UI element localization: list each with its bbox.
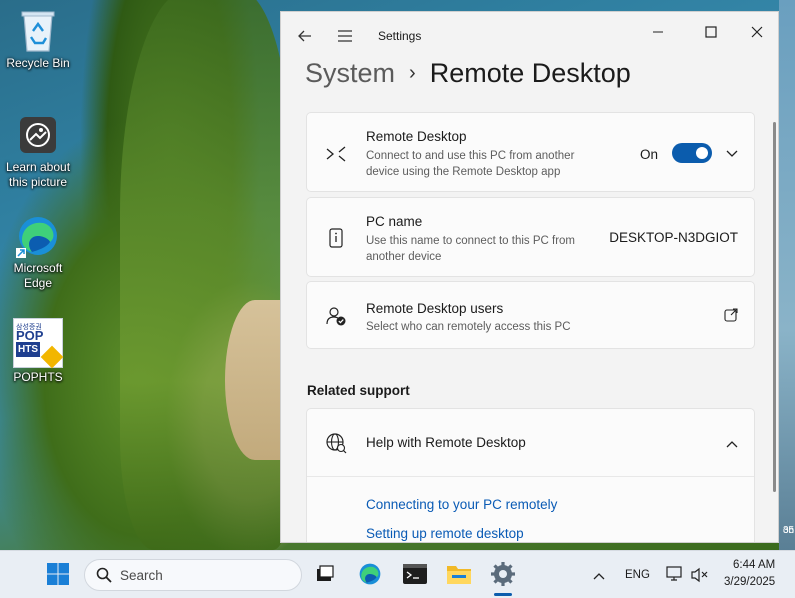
minimize-icon [653, 31, 663, 33]
scrollbar[interactable] [773, 122, 776, 492]
desktop-icon-label: Microsoft [13, 261, 63, 275]
page-heading: System › Remote Desktop [305, 58, 631, 89]
navigation-menu-button[interactable] [335, 26, 355, 46]
close-icon [751, 26, 763, 38]
clock-time[interactable]: 6:44 AM [733, 559, 775, 571]
active-app-indicator [494, 593, 512, 596]
user-check-icon [325, 305, 347, 327]
desktop-icon-label: Learn about [5, 160, 71, 174]
title-bar: Settings [281, 12, 778, 58]
camera-info-icon [15, 112, 61, 158]
users-desc: Select who can remotely access this PC [366, 321, 571, 333]
task-view-icon [317, 565, 334, 581]
desktop-icon-label: POPHTS [13, 370, 63, 384]
link-setting-up-remote-desktop[interactable]: Setting up remote desktop [366, 526, 524, 541]
desktop-icon-label-2: Edge [23, 276, 53, 290]
taskbar-settings-button[interactable] [488, 559, 518, 589]
open-external-icon[interactable] [724, 308, 738, 327]
desktop-icon-label: Recycle Bin [6, 56, 70, 70]
pc-name-value: DESKTOP-N3DGIOT [609, 230, 738, 245]
window-title: Settings [378, 29, 422, 43]
volume-muted-icon[interactable] [691, 567, 709, 588]
search-placeholder: Search [120, 568, 163, 583]
edge-icon [359, 563, 381, 585]
link-connecting-remotely[interactable]: Connecting to your PC remotely [366, 497, 557, 512]
remote-desktop-desc: Connect to and use this PC from another … [366, 150, 575, 178]
pc-name-desc: Use this name to connect to this PC from… [366, 235, 576, 263]
pc-info-icon [325, 227, 347, 249]
help-remote-desktop-card: Help with Remote Desktop Connecting to y… [306, 408, 755, 542]
windows-logo-icon [47, 563, 69, 585]
help-expander-header[interactable]: Help with Remote Desktop [307, 409, 754, 477]
desktop-icon-microsoft-edge[interactable]: Microsoft Edge [1, 213, 75, 291]
search-icon [96, 567, 112, 588]
taskbar-search-box[interactable]: Search [84, 559, 302, 591]
clock-date[interactable]: 3/29/2025 [724, 576, 775, 588]
settings-window: Settings System › Remote Desktop Remote De… [280, 11, 779, 543]
globe-icon [325, 432, 347, 459]
chevron-up-icon[interactable] [725, 437, 739, 455]
desktop-icon-label-2: this picture [8, 175, 68, 189]
taskbar: Search ENG 6:44 AM 3/29/2025 [0, 550, 795, 598]
taskbar-edge-button[interactable] [355, 559, 385, 589]
edge-icon [15, 213, 61, 259]
remote-desktop-toggle[interactable] [672, 143, 712, 163]
chevron-down-icon[interactable] [725, 147, 739, 165]
page-title: Remote Desktop [429, 58, 631, 88]
toggle-knob [696, 147, 708, 159]
wallpaper-beach [225, 300, 285, 460]
close-button[interactable] [734, 16, 778, 48]
show-hidden-icons-chevron-icon[interactable] [592, 568, 606, 586]
language-indicator[interactable]: ENG [625, 569, 650, 581]
task-view-button[interactable] [310, 559, 340, 589]
hamburger-icon [338, 30, 352, 42]
wallpaper-right-strip: on 35 [779, 0, 795, 550]
users-title: Remote Desktop users [366, 301, 504, 316]
taskbar-terminal-button[interactable] [400, 559, 430, 589]
folder-icon [447, 566, 471, 584]
help-title: Help with Remote Desktop [366, 435, 526, 450]
maximize-icon [705, 26, 717, 38]
gear-icon [491, 562, 515, 586]
network-icon[interactable] [666, 566, 684, 587]
related-support-heading: Related support [307, 383, 410, 398]
remote-desktop-icon [325, 143, 347, 165]
taskbar-file-explorer-button[interactable] [444, 559, 474, 589]
desktop-icon-learn-about-picture[interactable]: Learn about this picture [1, 112, 75, 190]
remote-desktop-title: Remote Desktop [366, 129, 467, 144]
breadcrumb-separator: › [409, 62, 416, 84]
desktop-icon-recycle-bin[interactable]: Recycle Bin [1, 8, 75, 71]
remote-desktop-card[interactable]: Remote Desktop Connect to and use this P… [306, 112, 755, 192]
pophts-icon: 삼성증권 POP HTS [13, 318, 64, 369]
pc-name-title: PC name [366, 214, 423, 229]
recycle-bin-icon [15, 8, 61, 54]
toggle-state-label: On [640, 147, 659, 162]
minimize-button[interactable] [635, 16, 681, 48]
back-button[interactable] [295, 26, 315, 46]
wallpaper-cliff [120, 0, 290, 550]
terminal-icon [403, 564, 427, 584]
start-button[interactable] [43, 559, 73, 589]
desktop-icon-pophts[interactable]: 삼성증권 POP HTS POPHTS [1, 318, 75, 385]
arrow-left-icon [298, 30, 311, 42]
remote-desktop-users-card[interactable]: Remote Desktop users Select who can remo… [306, 281, 755, 349]
pc-name-card: PC name Use this name to connect to this… [306, 197, 755, 277]
breadcrumb-system[interactable]: System [305, 58, 395, 88]
maximize-button[interactable] [688, 16, 734, 48]
